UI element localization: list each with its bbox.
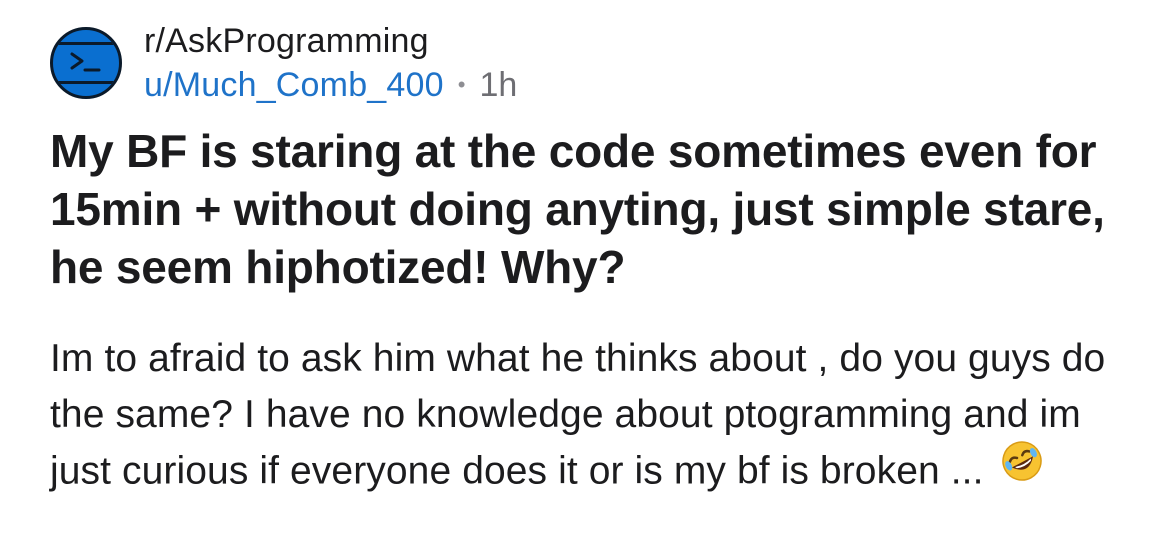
- rolling-on-floor-laughing-emoji-icon: [1000, 439, 1044, 499]
- post-header: r/AskProgramming u/Much_Comb_400 • 1h: [50, 18, 517, 108]
- post-meta: r/AskProgramming u/Much_Comb_400 • 1h: [144, 20, 517, 106]
- subreddit-avatar[interactable]: [50, 27, 122, 99]
- post-title[interactable]: My BF is staring at the code sometimes e…: [50, 122, 1130, 296]
- byline: u/Much_Comb_400 • 1h: [144, 64, 517, 106]
- reddit-post: r/AskProgramming u/Much_Comb_400 • 1h My…: [0, 0, 1170, 555]
- subreddit-name[interactable]: r/AskProgramming: [144, 20, 517, 62]
- post-body: Im to afraid to ask him what he thinks a…: [50, 331, 1140, 503]
- terminal-prompt-icon: [53, 30, 119, 96]
- post-body-text: Im to afraid to ask him what he thinks a…: [50, 337, 1106, 493]
- author-username[interactable]: u/Much_Comb_400: [144, 64, 444, 106]
- meta-separator: •: [457, 72, 466, 97]
- post-age: 1h: [479, 66, 518, 104]
